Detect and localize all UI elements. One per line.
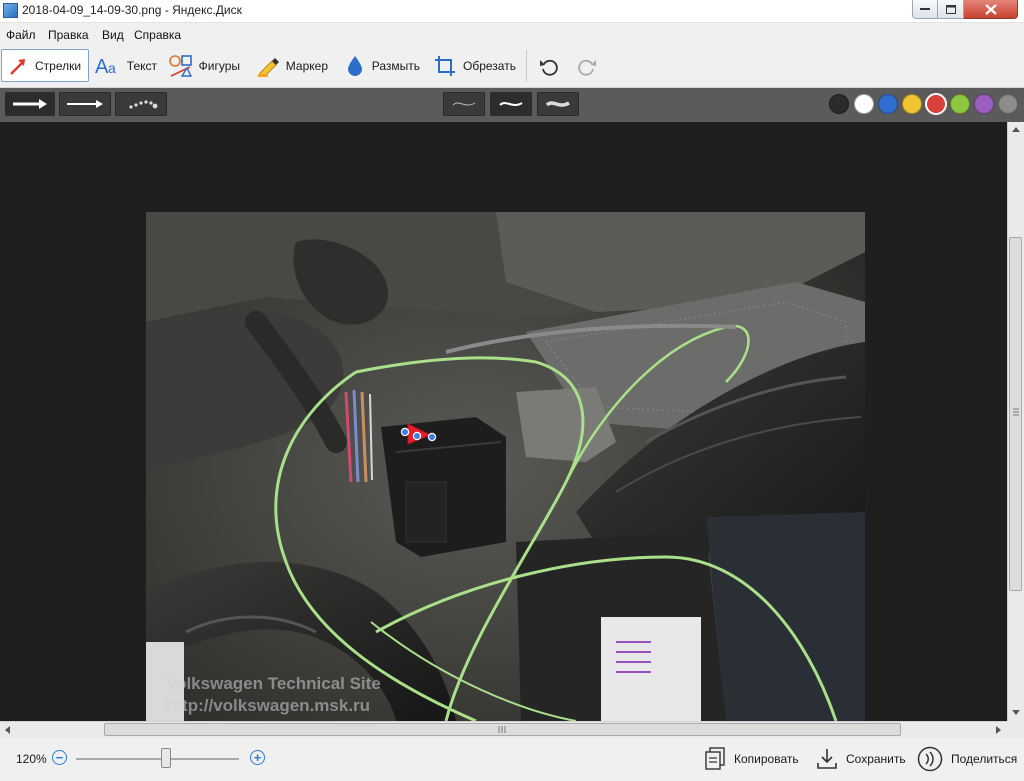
tool-arrows-label: Стрелки xyxy=(35,58,82,73)
tool-shapes[interactable]: Фигуры xyxy=(163,49,245,82)
close-button[interactable] xyxy=(964,0,1018,19)
color-swatch-purple[interactable] xyxy=(974,94,994,114)
photo-illustration xyxy=(146,212,865,721)
shapes-tool-icon xyxy=(169,54,193,77)
watermark-title: Volkswagen Technical Site xyxy=(166,674,381,693)
copy-button[interactable]: Копировать xyxy=(704,746,799,772)
thickness-thin[interactable] xyxy=(443,92,485,116)
scroll-left-icon[interactable] xyxy=(5,726,10,734)
thickness-medium[interactable] xyxy=(490,92,532,116)
undo-icon xyxy=(540,59,558,76)
grip-icon xyxy=(1013,408,1019,416)
tool-blur[interactable]: Размыть xyxy=(339,49,425,82)
medium-line-icon xyxy=(499,102,523,106)
vertical-scroll-thumb[interactable] xyxy=(1009,237,1022,591)
tool-marker[interactable]: Маркер xyxy=(251,49,333,82)
tool-crop-label: Обрезать xyxy=(463,58,516,73)
save-button[interactable]: Сохранить xyxy=(816,746,906,772)
annotation-handle-start[interactable] xyxy=(400,427,410,437)
share-icon xyxy=(917,746,943,772)
menu-edit[interactable]: Правка xyxy=(48,28,89,42)
annotation-handle-end[interactable] xyxy=(427,432,437,442)
bold-arrow-icon xyxy=(13,99,47,109)
zoom-slider-track[interactable] xyxy=(76,758,239,760)
scroll-corner xyxy=(1007,721,1024,738)
share-button[interactable]: Поделиться xyxy=(917,746,1017,772)
app-icon xyxy=(3,3,18,18)
tool-blur-label: Размыть xyxy=(371,58,420,73)
minimize-icon xyxy=(920,8,930,10)
minimize-button[interactable] xyxy=(912,0,938,19)
save-icon xyxy=(817,749,837,769)
status-bar: 120% − + Копировать Сохранить Поделиться xyxy=(0,738,1024,781)
menu-view[interactable]: Вид xyxy=(102,28,124,42)
image-canvas[interactable]: Volkswagen Technical Site http://volkswa… xyxy=(0,122,1007,721)
save-label: Сохранить xyxy=(846,752,906,766)
menu-file[interactable]: Файл xyxy=(6,28,36,42)
tool-marker-label: Маркер xyxy=(285,58,328,73)
menu-help[interactable]: Справка xyxy=(134,28,181,42)
color-swatch-white[interactable] xyxy=(854,94,874,114)
share-label: Поделиться xyxy=(951,752,1018,766)
tool-text-label: Текст xyxy=(126,58,157,73)
close-icon xyxy=(984,3,997,15)
zoom-level: 120% xyxy=(16,752,47,766)
copy-label: Копировать xyxy=(734,752,799,766)
scroll-up-icon[interactable] xyxy=(1012,127,1020,132)
undo-button[interactable] xyxy=(536,49,562,82)
title-bar: 2018-04-09_14-09-30.png - Яндекс.Диск xyxy=(0,0,1024,23)
zoom-slider-thumb[interactable] xyxy=(160,748,171,768)
minus-icon: − xyxy=(55,750,64,765)
scroll-down-icon[interactable] xyxy=(1012,710,1020,715)
dotted-arrow-icon xyxy=(129,100,158,109)
copy-icon xyxy=(705,747,725,770)
color-swatch-red[interactable] xyxy=(925,93,947,115)
horizontal-scroll-thumb[interactable] xyxy=(104,723,901,736)
maximize-icon xyxy=(945,4,956,14)
color-swatch-gray[interactable] xyxy=(998,94,1018,114)
text-tool-icon: Aa xyxy=(95,56,116,77)
tool-crop[interactable]: Обрезать xyxy=(428,49,522,82)
redo-button[interactable] xyxy=(574,49,600,82)
tool-text[interactable]: Aa Текст xyxy=(90,49,162,82)
engine-photo[interactable]: Volkswagen Technical Site http://volkswa… xyxy=(146,212,865,721)
svg-text:A: A xyxy=(95,56,109,77)
maximize-button[interactable] xyxy=(938,0,964,19)
arrow-style-bold[interactable] xyxy=(5,92,55,116)
toolbar-separator xyxy=(526,50,527,82)
menu-bar: Файл Правка Вид Справка xyxy=(0,23,1024,45)
window-title: 2018-04-09_14-09-30.png - Яндекс.Диск xyxy=(22,3,242,17)
zoom-in-button[interactable]: + xyxy=(250,750,265,765)
zoom-out-button[interactable]: − xyxy=(52,750,67,765)
toolbar: Стрелки Aa Текст Фигуры Маркер Размыть О… xyxy=(0,45,1024,88)
plus-icon: + xyxy=(253,750,262,765)
thin-arrow-icon xyxy=(67,100,103,108)
tool-shapes-label: Фигуры xyxy=(198,58,240,73)
thickness-thick[interactable] xyxy=(537,92,579,116)
arrow-tool-icon xyxy=(10,58,25,75)
thin-line-icon xyxy=(452,102,476,106)
tool-arrows[interactable]: Стрелки xyxy=(1,49,89,82)
grip-icon xyxy=(498,726,506,733)
color-swatch-black[interactable] xyxy=(829,94,849,114)
tool-options-bar xyxy=(0,88,1024,122)
svg-text:a: a xyxy=(108,60,116,76)
redo-icon xyxy=(578,59,596,76)
color-swatch-blue[interactable] xyxy=(878,94,898,114)
scroll-right-icon[interactable] xyxy=(996,726,1001,734)
annotation-handle-mid[interactable] xyxy=(412,431,422,441)
thick-line-icon xyxy=(545,101,570,107)
color-swatch-yellow[interactable] xyxy=(902,94,922,114)
color-swatch-green[interactable] xyxy=(950,94,970,114)
blur-tool-icon xyxy=(348,55,362,76)
watermark-url: http://volkswagen.msk.ru xyxy=(166,696,371,715)
marker-tool-icon xyxy=(258,57,279,77)
arrow-style-dotted[interactable] xyxy=(115,92,167,116)
crop-tool-icon xyxy=(435,55,455,76)
arrow-style-thin[interactable] xyxy=(59,92,111,116)
